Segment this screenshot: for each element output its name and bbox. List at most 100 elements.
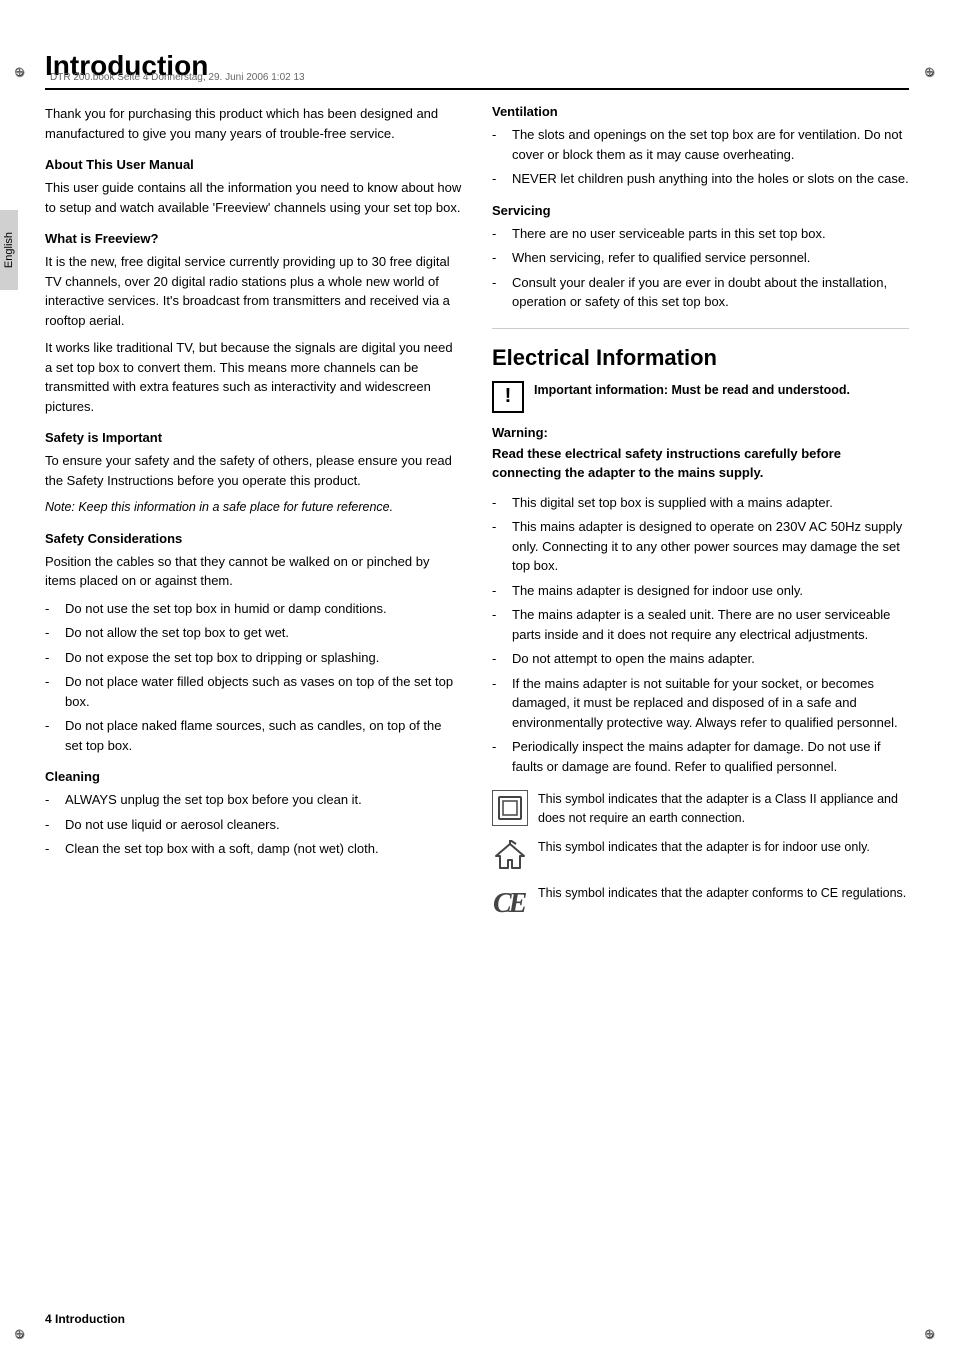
class2-icon [492, 790, 528, 826]
about-paragraph: This user guide contains all the informa… [45, 178, 462, 217]
dash-icon: - [492, 674, 508, 733]
list-item: - The slots and openings on the set top … [492, 125, 909, 164]
safety-paragraph: To ensure your safety and the safety of … [45, 451, 462, 490]
dash-icon: - [45, 623, 61, 643]
list-item: - Clean the set top box with a soft, dam… [45, 839, 462, 859]
cleaning-heading: Cleaning [45, 769, 462, 784]
ce-icon: CE [492, 884, 528, 920]
indoor-icon [492, 838, 528, 874]
electrical-heading: Electrical Information [492, 345, 909, 371]
dash-icon: - [45, 672, 61, 711]
symbol-indoor: This symbol indicates that the adapter i… [492, 838, 909, 874]
safety-considerations-heading: Safety Considerations [45, 531, 462, 546]
list-item: - Do not allow the set top box to get we… [45, 623, 462, 643]
page-header-meta: DTR 200.book Seite 4 Donnerstag, 29. Jun… [50, 72, 305, 83]
corner-mark-br: ⊕ [924, 1326, 940, 1342]
note-text: Note: Keep this information in a safe pl… [45, 498, 462, 517]
dash-icon: - [492, 273, 508, 312]
bullet-text: This digital set top box is supplied wit… [512, 493, 833, 513]
list-item: - Do not expose the set top box to dripp… [45, 648, 462, 668]
about-heading: About This User Manual [45, 157, 462, 172]
bullet-text: This mains adapter is designed to operat… [512, 517, 909, 576]
bullet-text: Consult your dealer if you are ever in d… [512, 273, 909, 312]
bullet-text: The mains adapter is designed for indoor… [512, 581, 803, 601]
corner-mark-tl: ⊕ [14, 64, 30, 80]
list-item: - Periodically inspect the mains adapter… [492, 737, 909, 776]
corner-mark-bl: ⊕ [14, 1326, 30, 1342]
warning-block: ! Important information: Must be read an… [492, 381, 909, 413]
freeview-paragraph-1: It is the new, free digital service curr… [45, 252, 462, 330]
bullet-text: ALWAYS unplug the set top box before you… [65, 790, 362, 810]
freeview-paragraph-2: It works like traditional TV, but becaus… [45, 338, 462, 416]
page-content: Introduction Thank you for purchasing th… [45, 50, 909, 930]
bullet-text: When servicing, refer to qualified servi… [512, 248, 810, 268]
dash-icon: - [492, 737, 508, 776]
dash-icon: - [492, 649, 508, 669]
language-label: English [3, 232, 15, 268]
dash-icon: - [45, 790, 61, 810]
dash-icon: - [45, 839, 61, 859]
list-item: - Consult your dealer if you are ever in… [492, 273, 909, 312]
symbol-class2: This symbol indicates that the adapter i… [492, 790, 909, 828]
ventilation-heading: Ventilation [492, 104, 909, 119]
bullet-text: If the mains adapter is not suitable for… [512, 674, 909, 733]
list-item: - This mains adapter is designed to oper… [492, 517, 909, 576]
bullet-text: Periodically inspect the mains adapter f… [512, 737, 909, 776]
bullet-text: Do not place naked flame sources, such a… [65, 716, 462, 755]
safety-considerations-paragraph: Position the cables so that they cannot … [45, 552, 462, 591]
list-item: - There are no user serviceable parts in… [492, 224, 909, 244]
list-item: - This digital set top box is supplied w… [492, 493, 909, 513]
dash-icon: - [492, 517, 508, 576]
list-item: - Do not use liquid or aerosol cleaners. [45, 815, 462, 835]
dash-icon: - [45, 716, 61, 755]
list-item: - NEVER let children push anything into … [492, 169, 909, 189]
dash-icon: - [45, 599, 61, 619]
warning-icon: ! [492, 381, 524, 413]
list-item: - When servicing, refer to qualified ser… [492, 248, 909, 268]
dash-icon: - [45, 648, 61, 668]
dash-icon: - [492, 493, 508, 513]
dash-icon: - [492, 605, 508, 644]
dash-icon: - [492, 169, 508, 189]
bullet-text: The mains adapter is a sealed unit. Ther… [512, 605, 909, 644]
symbol-ce: CE This symbol indicates that the adapte… [492, 884, 909, 920]
list-item: - The mains adapter is designed for indo… [492, 581, 909, 601]
corner-mark-tr: ⊕ [924, 64, 940, 80]
safety-heading: Safety is Important [45, 430, 462, 445]
bullet-text: Clean the set top box with a soft, damp … [65, 839, 379, 859]
list-item: - Do not place naked flame sources, such… [45, 716, 462, 755]
language-tab: English [0, 210, 18, 290]
list-item: - The mains adapter is a sealed unit. Th… [492, 605, 909, 644]
symbol-indoor-text: This symbol indicates that the adapter i… [538, 838, 870, 857]
symbol-ce-text: This symbol indicates that the adapter c… [538, 884, 906, 903]
two-column-layout: Thank you for purchasing this product wh… [45, 104, 909, 930]
bullet-text: There are no user serviceable parts in t… [512, 224, 826, 244]
bullet-text: The slots and openings on the set top bo… [512, 125, 909, 164]
dash-icon: - [492, 581, 508, 601]
footer-text: 4 Introduction [45, 1312, 125, 1326]
bullet-text: Do not use liquid or aerosol cleaners. [65, 815, 280, 835]
page-title: Introduction [45, 50, 909, 90]
warning-heading: Warning: [492, 425, 909, 440]
dash-icon: - [45, 815, 61, 835]
bullet-text: Do not allow the set top box to get wet. [65, 623, 289, 643]
list-item: - Do not attempt to open the mains adapt… [492, 649, 909, 669]
list-item: - Do not use the set top box in humid or… [45, 599, 462, 619]
bullet-text: Do not use the set top box in humid or d… [65, 599, 387, 619]
dash-icon: - [492, 224, 508, 244]
svg-text:CE: CE [493, 888, 527, 916]
freeview-heading: What is Freeview? [45, 231, 462, 246]
list-item: - If the mains adapter is not suitable f… [492, 674, 909, 733]
dash-icon: - [492, 248, 508, 268]
list-item: - Do not place water filled objects such… [45, 672, 462, 711]
page-footer: 4 Introduction [45, 1312, 125, 1326]
section-divider [492, 328, 909, 329]
servicing-heading: Servicing [492, 203, 909, 218]
bullet-text: NEVER let children push anything into th… [512, 169, 909, 189]
left-column: Thank you for purchasing this product wh… [45, 104, 462, 930]
bullet-text: Do not place water filled objects such a… [65, 672, 462, 711]
warning-text: Read these electrical safety instruction… [492, 444, 909, 483]
bullet-text: Do not attempt to open the mains adapter… [512, 649, 755, 669]
intro-paragraph: Thank you for purchasing this product wh… [45, 104, 462, 143]
warning-important-text: Important information: Must be read and … [534, 381, 850, 400]
